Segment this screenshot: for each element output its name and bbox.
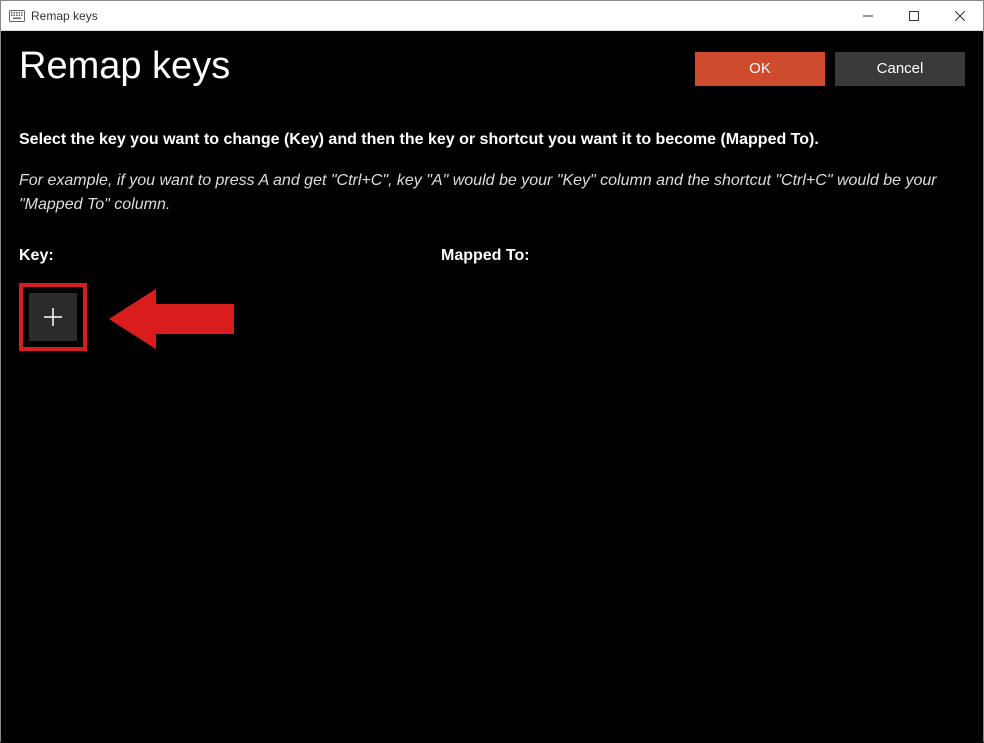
window-controls xyxy=(845,1,983,30)
close-button[interactable] xyxy=(937,1,983,30)
add-key-button[interactable] xyxy=(29,293,77,341)
maximize-button[interactable] xyxy=(891,1,937,30)
titlebar-left: Remap keys xyxy=(1,9,98,23)
content-area: Remap keys OK Cancel Select the key you … xyxy=(1,31,983,743)
header-buttons: OK Cancel xyxy=(695,52,965,86)
annotation-arrow-icon xyxy=(107,281,237,362)
add-button-wrap xyxy=(19,283,87,351)
mapped-to-column: Mapped To: xyxy=(441,247,965,351)
key-column: Key: xyxy=(19,247,441,351)
instruction-example-text: For example, if you want to press A and … xyxy=(19,169,965,217)
ok-button[interactable]: OK xyxy=(695,52,825,86)
page-title: Remap keys xyxy=(19,45,230,88)
plus-icon xyxy=(41,305,65,329)
header-row: Remap keys OK Cancel xyxy=(1,31,983,88)
titlebar: Remap keys xyxy=(1,1,983,31)
columns-row: Key: xyxy=(19,247,965,351)
key-column-label: Key: xyxy=(19,247,441,265)
minimize-button[interactable] xyxy=(845,1,891,30)
annotation-highlight-box xyxy=(19,283,87,351)
keyboard-icon xyxy=(9,10,25,22)
window-title: Remap keys xyxy=(31,9,98,23)
instruction-text: Select the key you want to change (Key) … xyxy=(19,130,965,151)
cancel-button[interactable]: Cancel xyxy=(835,52,965,86)
mapped-to-column-label: Mapped To: xyxy=(441,247,965,265)
body-area: Select the key you want to change (Key) … xyxy=(1,88,983,351)
